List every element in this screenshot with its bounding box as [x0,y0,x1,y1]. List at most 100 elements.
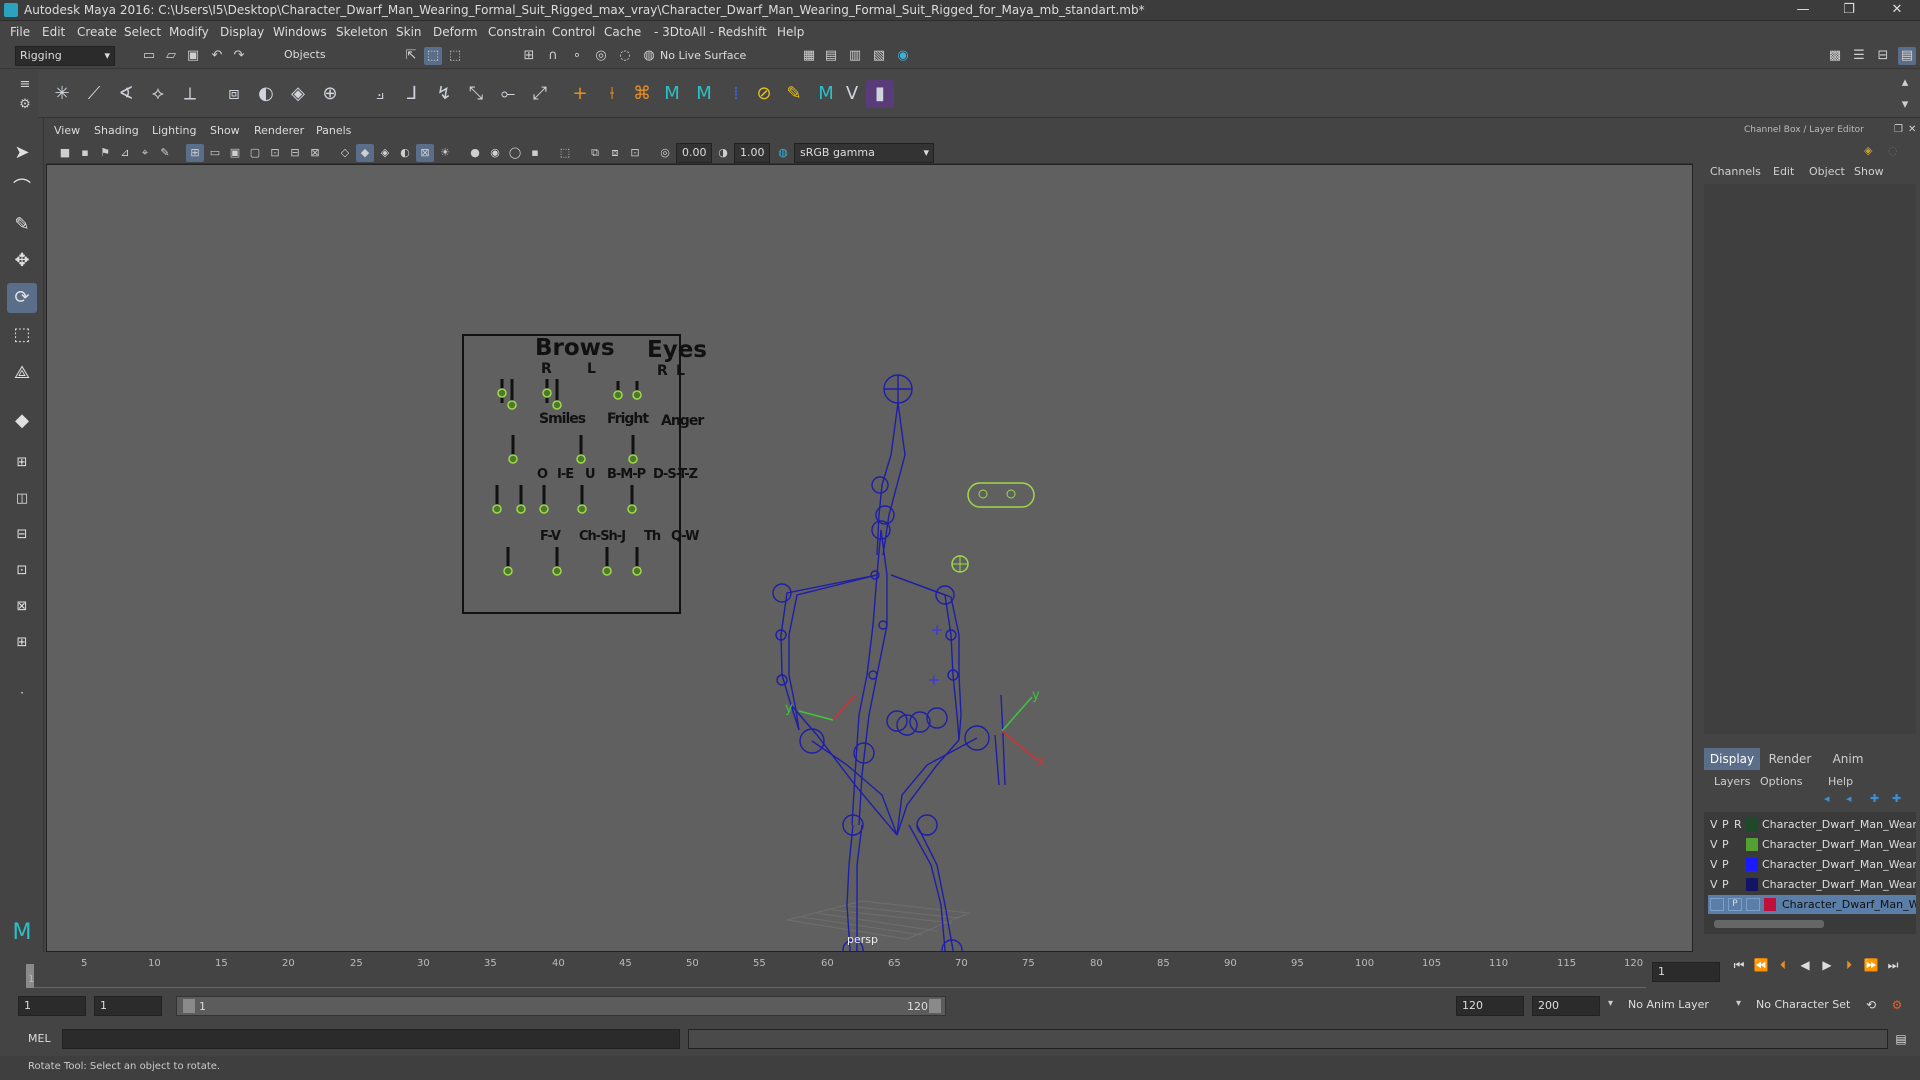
persp-graph-icon[interactable]: ⊟ [7,520,37,550]
hypershade-icon[interactable]: ◉ [894,47,912,65]
isolate-select-icon[interactable]: ⬚ [556,144,574,162]
paint-select-icon[interactable]: ✎ [7,210,37,240]
gamma-field[interactable]: 1.00 [734,143,770,163]
xray-components-icon[interactable]: ⊡ [626,144,644,162]
shadows-icon[interactable]: ● [466,144,484,162]
range-end-handle[interactable] [929,999,941,1013]
move-layer-up-icon[interactable]: ◂ [1824,792,1830,805]
attribute-editor-icon[interactable]: ☰ [1850,47,1868,65]
select-component-icon[interactable]: ⬚ [446,47,464,65]
selection-mask-dropdown[interactable]: Objects [280,46,380,66]
step-forward-key-icon[interactable]: ⏩ [1862,956,1880,974]
time-slider[interactable]: 1 5 10 15 20 25 30 35 40 45 50 55 60 65 … [0,952,1920,992]
menu-redshift[interactable]: Redshift [718,25,767,39]
layer-playback-toggle[interactable]: P [1722,875,1729,894]
viewport-menu-renderer[interactable]: Renderer [254,124,304,137]
viewport-menu-show[interactable]: Show [210,124,240,137]
menu-3dtoall[interactable]: - 3DtoAll - [654,25,714,39]
channel-box-toggle-icon[interactable]: ▤ [1898,47,1916,65]
outliner-layout-icon[interactable]: ⊠ [7,592,37,622]
layer-menu-layers[interactable]: Layers [1714,775,1750,788]
camera-attributes-icon[interactable]: ▪ [76,144,94,162]
film-gate-icon[interactable]: ▭ [206,144,224,162]
anti-aliasing-icon[interactable]: ▪ [526,144,544,162]
uv-layout-icon[interactable]: ⊞ [7,628,37,658]
point-constraint-icon[interactable]: + [566,80,594,108]
tool-settings-icon[interactable]: ⊟ [1874,47,1892,65]
layer-playback-toggle[interactable]: P [1728,898,1742,911]
shelf-settings-icon[interactable]: ⚙ [16,96,34,114]
render-view-icon[interactable]: ▧ [870,47,888,65]
command-input[interactable] [62,1029,680,1049]
save-scene-icon[interactable]: ▣ [184,47,202,65]
safe-action-icon[interactable]: ⊟ [286,144,304,162]
gate-mask-icon[interactable]: ▢ [246,144,264,162]
xray-joints-icon[interactable]: ⊠ [416,144,434,162]
exposure-icon[interactable]: ◎ [656,144,674,162]
channel-box-menu-object[interactable]: Object [1809,165,1845,178]
menu-help[interactable]: Help [777,25,804,39]
render-frame-icon[interactable]: ▤ [822,47,840,65]
paint-weights-icon[interactable]: ◈ [284,80,312,108]
close-panel-icon[interactable]: ✕ [1908,124,1916,135]
sculpt-deformer-icon[interactable]: ⟜ [494,80,522,108]
viewport-menu-panels[interactable]: Panels [316,124,351,137]
channel-box-menu-edit[interactable]: Edit [1773,165,1794,178]
grease-pencil-icon[interactable]: ✎ [156,144,174,162]
perspective-viewport[interactable]: y y x x x y x z z Brows Eyes R L R L Smi… [46,164,1693,952]
more-layouts-icon[interactable]: · [7,678,37,708]
rotate-tool-icon[interactable]: ⟳ [7,283,37,313]
xray-active-icon[interactable]: ⧈ [606,144,624,162]
step-back-frame-icon[interactable]: ⏴ [1774,956,1792,974]
move-layer-down-icon[interactable]: ◂ [1846,792,1852,805]
2d-pan-zoom-icon[interactable]: ⌖ [136,144,154,162]
layer-playback-toggle[interactable]: P [1722,855,1729,874]
single-view-icon[interactable]: ◆ [7,406,37,436]
channel-box-settings-icon[interactable]: ◌ [1888,144,1898,157]
layer-visibility-toggle[interactable] [1710,898,1724,911]
animation-end-field[interactable]: 200 [1532,996,1600,1016]
snap-curve-icon[interactable]: ∩ [544,47,562,65]
viewport-menu-view[interactable]: View [54,124,80,137]
menu-cache[interactable]: Cache [604,25,641,39]
layer-menu-options[interactable]: Options [1760,775,1802,788]
set-key-icon[interactable]: ⊘ [750,80,778,108]
blend-shape-icon[interactable]: ⤢ [526,80,554,108]
bind-pose-icon[interactable]: ⊕ [316,80,344,108]
layer-visibility-toggle[interactable]: V [1710,835,1718,854]
tab-anim[interactable]: Anim [1820,748,1876,770]
anim-layer-dropdown[interactable]: No Anim Layer [1628,998,1709,1011]
textured-icon[interactable]: ☀ [436,144,454,162]
close-button[interactable]: ✕ [1874,0,1920,21]
safe-title-icon[interactable]: ⊠ [306,144,324,162]
make-live-icon[interactable]: ◍ [640,47,658,65]
go-to-start-icon[interactable]: ⏮ [1730,956,1748,974]
playback-end-field[interactable]: 120 [1456,996,1524,1016]
resolution-gate-icon[interactable]: ▣ [226,144,244,162]
four-view-icon[interactable]: ⊞ [7,448,37,478]
restore-button[interactable]: ❐ [1826,0,1872,21]
camera-select-icon[interactable]: ■ [56,144,74,162]
ipr-render-icon[interactable]: ▥ [846,47,864,65]
command-language-label[interactable]: MEL [28,1032,51,1045]
layer-menu-help[interactable]: Help [1828,775,1853,788]
menu-modify[interactable]: Modify [169,25,209,39]
animation-preferences-icon[interactable]: ⚙ [1888,996,1906,1014]
aim-constraint-icon[interactable]: ⟊ [598,80,626,108]
bookmark-icon[interactable]: ⚑ [96,144,114,162]
shelf-scroll-up-icon[interactable]: ▴ [1896,74,1914,92]
parent-constraint-icon[interactable]: M [658,80,686,108]
interactive-bind-icon[interactable]: ◐ [252,80,280,108]
channel-box-menu-channels[interactable]: Channels [1710,165,1761,178]
channel-box-lock-icon[interactable]: ◈ [1864,144,1872,157]
xray-icon[interactable]: ⧉ [586,144,604,162]
layer-reference-toggle[interactable] [1746,898,1760,911]
layer-row[interactable]: V P R Character_Dwarf_Man_Weari [1708,815,1916,834]
float-panel-icon[interactable]: ❐ [1894,124,1903,135]
motion-blur-icon[interactable]: ◯ [506,144,524,162]
orient-constraint-icon[interactable]: ⌘ [628,80,656,108]
playback-start-field[interactable]: 1 [94,996,162,1016]
select-tool-icon[interactable]: ➤ [7,138,37,168]
play-backwards-icon[interactable]: ◀ [1796,956,1814,974]
script-editor-icon[interactable]: ▤ [1892,1030,1910,1048]
